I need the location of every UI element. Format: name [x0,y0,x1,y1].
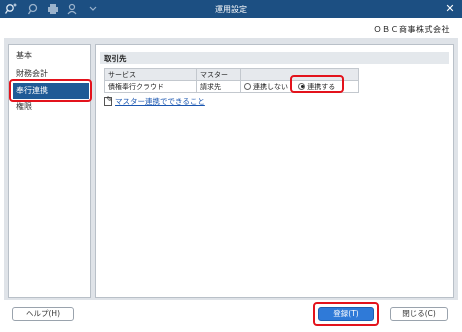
window-title: 運用設定 [215,5,247,14]
highlight-link-option [290,75,344,93]
section-title: 取引先 [104,54,127,63]
sidebar-item-basic[interactable]: 基本 [13,48,89,64]
radio-unchecked-icon[interactable] [244,82,251,90]
help-button[interactable]: ヘルプ(H) [12,307,74,321]
master-cell: 請求先 [196,80,241,93]
title-bar: 運用設定 ✕ [0,0,462,18]
close-button[interactable]: 閉じる(C) [390,307,448,321]
section-header [100,52,449,64]
column-header-service: サービス [104,68,197,81]
highlight-sidebar-selection [9,79,92,102]
close-icon[interactable]: ✕ [444,2,456,16]
edit-note-icon [104,95,113,106]
master-link-help[interactable]: マスター連携でできること [104,95,205,107]
master-link-label[interactable]: マスター連携でできること [115,96,205,107]
radio-option-no-link[interactable]: 連携しない [244,82,288,91]
service-cell: 債権奉行クラウド [104,80,197,93]
column-header-master: マスター [196,68,241,81]
radio-label-no-link: 連携しない [253,82,288,91]
company-name: ＯＢＣ商事株式会社 [373,25,450,34]
highlight-register-button [313,302,379,326]
